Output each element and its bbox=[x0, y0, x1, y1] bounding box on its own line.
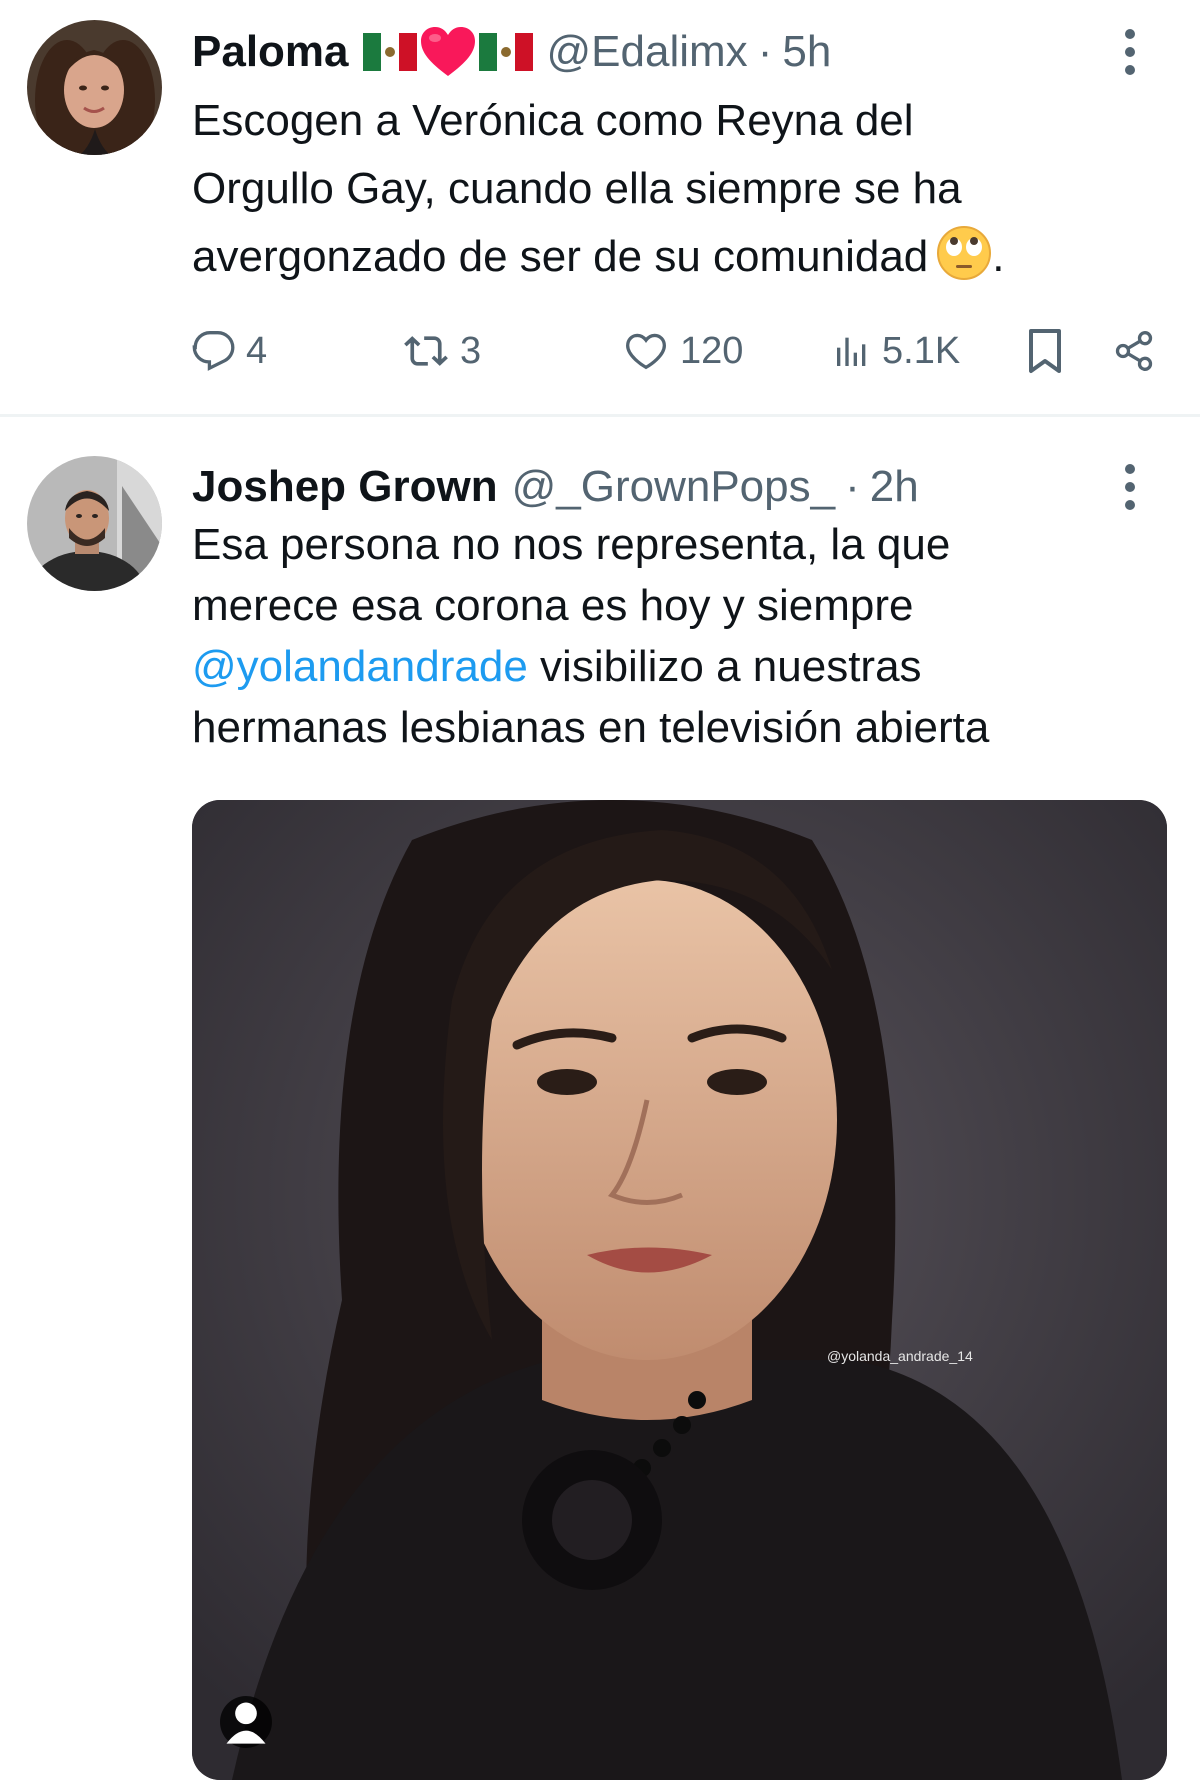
tweet-text-line: merece esa corona es hoy y siempre bbox=[192, 581, 914, 630]
mention-link[interactable]: @yolandandrade bbox=[192, 642, 528, 691]
separator-dot: · bbox=[845, 462, 860, 511]
tagged-people-icon[interactable] bbox=[220, 1696, 272, 1748]
portrait-photo bbox=[192, 800, 1167, 1780]
tweet-text-segment: . bbox=[992, 232, 1005, 281]
tweet-text-line: Esa persona no nos representa, la que bbox=[192, 520, 951, 569]
tweet-text-segment: visibilizo a nuestras bbox=[527, 642, 922, 691]
tweet-text-segment: avergonzado de ser de su comunidad bbox=[192, 232, 929, 281]
avatar[interactable] bbox=[27, 456, 162, 591]
name-emojis bbox=[362, 26, 533, 78]
share-icon bbox=[1115, 331, 1153, 371]
more-options-icon[interactable] bbox=[1120, 26, 1140, 78]
like-count: 120 bbox=[680, 329, 744, 372]
user-handle[interactable]: @Edalimx bbox=[547, 27, 748, 77]
tweet-text-line: hermanas lesbianas en televisión abierta bbox=[192, 703, 990, 752]
repost-count: 3 bbox=[460, 329, 482, 372]
tweet-text: Escogen a Verónica como Reyna del Orgull… bbox=[192, 87, 1152, 291]
analytics-icon bbox=[837, 337, 866, 366]
tweet-text-line: Orgullo Gay, cuando ella siempre se ha bbox=[192, 164, 962, 213]
bookmark-icon bbox=[1029, 329, 1061, 373]
tweet-divider bbox=[0, 414, 1200, 417]
tweet-text-line: @yolandandrade visibilizo a nuestras bbox=[192, 636, 1152, 697]
tweet-text-line: avergonzado de ser de su comunidad . bbox=[192, 223, 1152, 291]
mexico-flag-icon bbox=[478, 33, 533, 71]
tweet-timestamp[interactable]: 2h bbox=[870, 462, 919, 512]
display-name[interactable]: Joshep Grown bbox=[192, 462, 498, 512]
views-button[interactable]: 5.1K bbox=[832, 318, 960, 384]
share-button[interactable] bbox=[1112, 318, 1156, 384]
repost-button[interactable]: 3 bbox=[402, 318, 481, 384]
tweet[interactable]: Paloma @Edalimx · 5h Escogen a Verónica … bbox=[0, 0, 1200, 415]
tweet-text: Esa persona no nos representa, la que me… bbox=[192, 514, 1152, 758]
user-handle[interactable]: @_GrownPops_ bbox=[512, 462, 836, 512]
tweet-timestamp[interactable]: 5h bbox=[782, 27, 831, 77]
tweet-text-line: Escogen a Verónica como Reyna del bbox=[192, 96, 914, 145]
tweet-actions: 4 3 120 5.1K bbox=[192, 318, 1172, 384]
tweet-header: Joshep Grown @_GrownPops_ · 2h bbox=[192, 455, 919, 519]
bookmark-button[interactable] bbox=[1025, 318, 1065, 384]
tweet-header: Paloma @Edalimx · 5h bbox=[192, 20, 831, 84]
repost-icon bbox=[404, 336, 448, 366]
rolling-eyes-emoji-icon bbox=[936, 225, 992, 281]
display-name[interactable]: Paloma bbox=[192, 27, 349, 77]
red-heart-icon bbox=[419, 26, 477, 78]
reply-icon bbox=[192, 331, 235, 371]
view-count: 5.1K bbox=[882, 329, 961, 372]
like-button[interactable]: 120 bbox=[622, 318, 743, 384]
avatar-photo bbox=[27, 20, 162, 155]
avatar[interactable] bbox=[27, 20, 162, 155]
tweet[interactable]: Joshep Grown @_GrownPops_ · 2h Esa perso… bbox=[0, 420, 1200, 1780]
reply-button[interactable]: 4 bbox=[192, 318, 267, 384]
timeline-feed: Paloma @Edalimx · 5h Escogen a Verónica … bbox=[0, 0, 1200, 1780]
tweet-media-image[interactable]: @yolanda_andrade_14 bbox=[192, 800, 1167, 1780]
reply-count: 4 bbox=[246, 329, 268, 372]
avatar-photo bbox=[27, 456, 162, 591]
mexico-flag-icon bbox=[362, 33, 417, 71]
media-watermark: @yolanda_andrade_14 bbox=[827, 1348, 973, 1364]
separator-dot: · bbox=[757, 27, 773, 76]
more-options-icon[interactable] bbox=[1120, 461, 1140, 513]
heart-icon bbox=[626, 333, 666, 370]
